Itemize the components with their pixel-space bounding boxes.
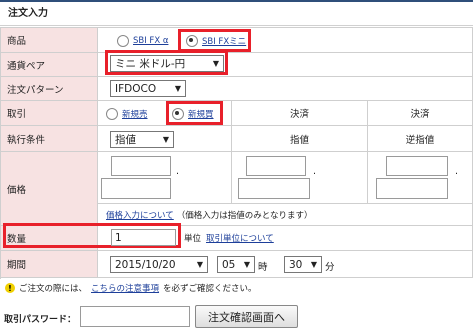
notice-link[interactable]: こちらの注意事項 <box>91 282 159 294</box>
currency-pair-select[interactable]: ミニ 米ドル-円 ▼ <box>110 55 224 72</box>
dropdown-arrow-icon: ▼ <box>243 260 250 269</box>
price-help-link[interactable]: 価格入力について <box>106 209 174 221</box>
pair-label: 通貨ペア <box>1 53 98 77</box>
trade-password-input[interactable] <box>80 306 190 327</box>
product-option-sbifx-mini[interactable]: SBI FXミニ <box>186 34 246 48</box>
trade-col2: 決済 <box>232 101 368 126</box>
decimal-dot: . <box>455 166 459 177</box>
trade-option-sell[interactable]: 新規売 <box>106 107 148 121</box>
quantity-input[interactable]: 1 <box>111 229 176 246</box>
execution-condition-select[interactable]: 指値 ▼ <box>110 131 174 148</box>
condition-col3: 逆指値 <box>368 126 473 152</box>
trading-unit-link[interactable]: 取引単位について <box>206 232 274 244</box>
product-label: 商品 <box>1 28 98 53</box>
product-option-sbifx-alpha[interactable]: SBI FX α <box>117 34 168 48</box>
price-label: 価格 <box>1 152 98 226</box>
warning-icon: ! <box>5 283 15 293</box>
price-integer-input-3[interactable] <box>386 156 448 176</box>
trade-col3: 決済 <box>368 101 473 126</box>
trade-label: 取引 <box>1 101 98 126</box>
radio-selected-icon[interactable] <box>186 35 198 47</box>
dropdown-arrow-icon: ▼ <box>174 84 181 93</box>
hour-unit: 時 <box>258 262 268 273</box>
condition-label: 執行条件 <box>1 126 98 152</box>
password-label: 取引パスワード： <box>4 315 77 325</box>
dropdown-arrow-icon: ▼ <box>162 135 169 144</box>
period-label: 期間 <box>1 251 98 278</box>
price-decimal-input-3[interactable] <box>376 178 448 199</box>
condition-col2: 指値 <box>232 126 368 152</box>
price-integer-input-2[interactable] <box>246 156 306 176</box>
quantity-unit: 単位 取引単位について <box>184 232 274 244</box>
period-date-select[interactable]: 2015/10/20 ▼ <box>110 256 208 273</box>
dropdown-arrow-icon: ▼ <box>196 260 203 269</box>
price-decimal-input-2[interactable] <box>238 178 310 199</box>
dropdown-arrow-icon: ▼ <box>310 260 317 269</box>
period-minute-select[interactable]: 30 ▼ <box>284 256 322 273</box>
order-pattern-select[interactable]: IFDOCO ▼ <box>110 80 186 97</box>
price-integer-input-1[interactable] <box>111 156 171 176</box>
minute-unit: 分 <box>325 262 335 273</box>
price-help: 価格入力について （価格入力は指値のみとなります） <box>106 209 313 221</box>
notice: ! ご注文の際には、 こちらの注意事項 を必ずご確認ください。 <box>5 282 257 294</box>
decimal-dot: . <box>176 166 180 177</box>
page-title: 注文入力 <box>0 0 473 26</box>
price-decimal-input-1[interactable] <box>101 178 171 199</box>
radio-icon[interactable] <box>106 108 118 120</box>
trade-option-buy[interactable]: 新規買 <box>172 107 214 121</box>
period-hour-select[interactable]: 05 ▼ <box>217 256 255 273</box>
dropdown-arrow-icon: ▼ <box>212 59 219 68</box>
radio-icon[interactable] <box>117 35 129 47</box>
pattern-label: 注文パターン <box>1 77 98 101</box>
order-confirm-button[interactable]: 注文確認画面へ <box>195 305 298 328</box>
radio-selected-icon[interactable] <box>172 108 184 120</box>
decimal-dot: . <box>313 166 317 177</box>
